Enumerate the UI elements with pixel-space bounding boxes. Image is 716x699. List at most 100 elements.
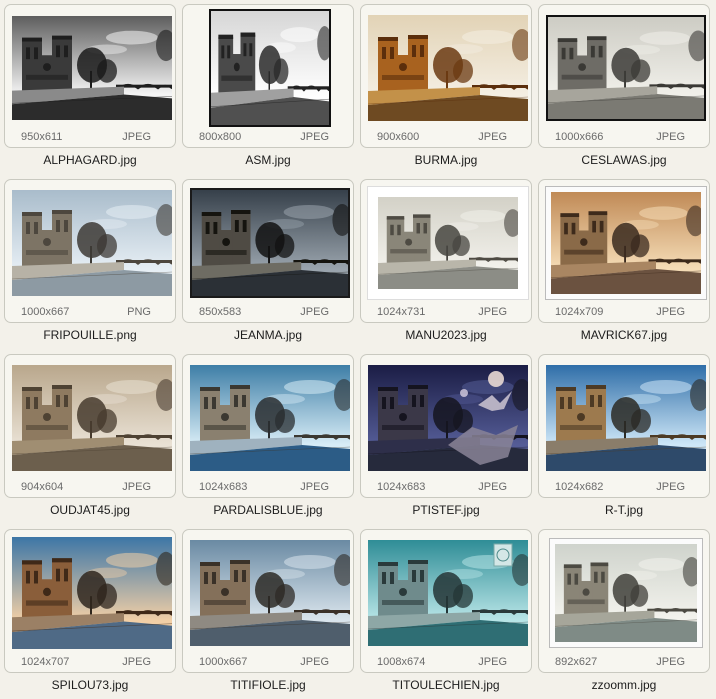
image-meta: 950x611 JPEG [5, 131, 175, 145]
image-format: JPEG [656, 481, 685, 493]
file-name[interactable]: zzoomm.jpg [538, 678, 710, 692]
thumbnail-card[interactable]: 892x627 JPEG [538, 529, 710, 673]
thumbnail-image-area [546, 11, 706, 125]
thumbnail-image [12, 190, 172, 296]
thumbnail-card[interactable]: 1024x707 JPEG [4, 529, 176, 673]
thumbnail-item[interactable]: 1024x682 JPEG R-T.jpg [538, 354, 714, 524]
image-format: JPEG [122, 481, 151, 493]
thumbnail-image [190, 188, 350, 298]
thumbnail-image-area [190, 186, 350, 300]
thumbnail-image [546, 15, 706, 121]
thumbnail-card[interactable]: 1024x731 JPEG [360, 179, 532, 323]
thumbnail-image [12, 365, 172, 471]
image-meta: 800x800 JPEG [183, 131, 353, 145]
file-name[interactable]: TITIFIOLE.jpg [182, 678, 354, 692]
image-meta: 1024x683 JPEG [183, 481, 353, 495]
thumbnail-item[interactable]: 1024x683 JPEG PARDALISBLUE.jpg [182, 354, 358, 524]
image-meta: 1008x674 JPEG [361, 656, 531, 670]
image-meta: 1000x667 JPEG [183, 656, 353, 670]
thumbnail-image [368, 365, 528, 471]
thumbnail-image [12, 537, 172, 649]
image-meta: 904x604 JPEG [5, 481, 175, 495]
file-name[interactable]: FRIPOUILLE.png [4, 328, 176, 342]
thumbnail-card[interactable]: 900x600 JPEG [360, 4, 532, 148]
image-meta: 1024x682 JPEG [539, 481, 709, 495]
thumbnail-image-area [12, 536, 172, 650]
image-meta: 892x627 JPEG [539, 656, 709, 670]
thumbnail-card[interactable]: 1008x674 JPEG [360, 529, 532, 673]
thumbnail-image-area [12, 186, 172, 300]
image-dimensions: 850x583 [199, 306, 242, 318]
thumbnail-card[interactable]: 1000x667 PNG [4, 179, 176, 323]
image-dimensions: 1000x666 [555, 131, 604, 143]
thumbnail-image [550, 539, 702, 647]
file-name[interactable]: CESLAWAS.jpg [538, 153, 710, 167]
thumbnail-image-area [368, 11, 528, 125]
thumbnail-image [190, 365, 350, 471]
image-dimensions: 892x627 [555, 656, 598, 668]
file-name[interactable]: TITOULECHIEN.jpg [360, 678, 532, 692]
thumbnail-image-area [190, 361, 350, 475]
thumbnail-item[interactable]: 904x604 JPEG OUDJAT45.jpg [4, 354, 180, 524]
thumbnail-image-area [368, 186, 528, 300]
thumbnail-item[interactable]: 850x583 JPEG JEANMA.jpg [182, 179, 358, 349]
thumbnail-grid: 950x611 JPEG ALPHAGARD.jpg 800x800 JPEG … [0, 0, 716, 697]
thumbnail-item[interactable]: 900x600 JPEG BURMA.jpg [360, 4, 536, 174]
image-format: JPEG [478, 131, 507, 143]
thumbnail-item[interactable]: 1024x709 JPEG MAVRICK67.jpg [538, 179, 714, 349]
file-name[interactable]: ALPHAGARD.jpg [4, 153, 176, 167]
thumbnail-item[interactable]: 1000x667 JPEG TITIFIOLE.jpg [182, 529, 358, 699]
file-name[interactable]: PTISTEF.jpg [360, 503, 532, 517]
thumbnail-card[interactable]: 850x583 JPEG [182, 179, 354, 323]
image-dimensions: 1024x709 [555, 306, 604, 318]
thumbnail-item[interactable]: 1024x731 JPEG MANU2023.jpg [360, 179, 536, 349]
thumbnail-item[interactable]: 1000x666 JPEG CESLAWAS.jpg [538, 4, 714, 174]
thumbnail-item[interactable]: 1024x683 JPEG PTISTEF.jpg [360, 354, 536, 524]
file-name[interactable]: JEANMA.jpg [182, 328, 354, 342]
file-name[interactable]: MANU2023.jpg [360, 328, 532, 342]
thumbnail-image-area [12, 11, 172, 125]
thumbnail-card[interactable]: 1024x682 JPEG [538, 354, 710, 498]
image-format: JPEG [478, 481, 507, 493]
thumbnail-item[interactable]: 800x800 JPEG ASM.jpg [182, 4, 358, 174]
image-dimensions: 1000x667 [21, 306, 70, 318]
thumbnail-card[interactable]: 1000x666 JPEG [538, 4, 710, 148]
thumbnail-image-area [546, 536, 706, 650]
file-name[interactable]: PARDALISBLUE.jpg [182, 503, 354, 517]
image-dimensions: 950x611 [21, 131, 63, 143]
thumbnail-item[interactable]: 1000x667 PNG FRIPOUILLE.png [4, 179, 180, 349]
thumbnail-item[interactable]: 1024x707 JPEG SPILOU73.jpg [4, 529, 180, 699]
thumbnail-card[interactable]: 904x604 JPEG [4, 354, 176, 498]
file-name[interactable]: R-T.jpg [538, 503, 710, 517]
thumbnail-image [546, 187, 706, 299]
image-format: JPEG [656, 656, 685, 668]
file-name[interactable]: SPILOU73.jpg [4, 678, 176, 692]
thumbnail-image-area [546, 361, 706, 475]
thumbnail-item[interactable]: 950x611 JPEG ALPHAGARD.jpg [4, 4, 180, 174]
thumbnail-item[interactable]: 1008x674 JPEG TITOULECHIEN.jpg [360, 529, 536, 699]
thumbnail-card[interactable]: 1000x667 JPEG [182, 529, 354, 673]
thumbnail-card[interactable]: 950x611 JPEG [4, 4, 176, 148]
thumbnail-card[interactable]: 1024x683 JPEG [360, 354, 532, 498]
thumbnail-card[interactable]: 1024x709 JPEG [538, 179, 710, 323]
file-name[interactable]: BURMA.jpg [360, 153, 532, 167]
image-format: JPEG [300, 656, 329, 668]
file-name[interactable]: MAVRICK67.jpg [538, 328, 710, 342]
file-name[interactable]: ASM.jpg [182, 153, 354, 167]
image-dimensions: 1024x707 [21, 656, 70, 668]
thumbnail-card[interactable]: 1024x683 JPEG [182, 354, 354, 498]
image-format: JPEG [656, 131, 685, 143]
image-meta: 1024x683 JPEG [361, 481, 531, 495]
thumbnail-item[interactable]: 892x627 JPEG zzoomm.jpg [538, 529, 714, 699]
image-format: JPEG [478, 656, 507, 668]
image-dimensions: 904x604 [21, 481, 64, 493]
file-name[interactable]: OUDJAT45.jpg [4, 503, 176, 517]
thumbnail-card[interactable]: 800x800 JPEG [182, 4, 354, 148]
thumbnail-image [368, 540, 528, 646]
image-dimensions: 1024x731 [377, 306, 426, 318]
image-meta: 1024x731 JPEG [361, 306, 531, 320]
thumbnail-image-area [368, 361, 528, 475]
thumbnail-image-area [190, 9, 350, 127]
thumbnail-image-area [12, 361, 172, 475]
image-format: JPEG [656, 306, 685, 318]
